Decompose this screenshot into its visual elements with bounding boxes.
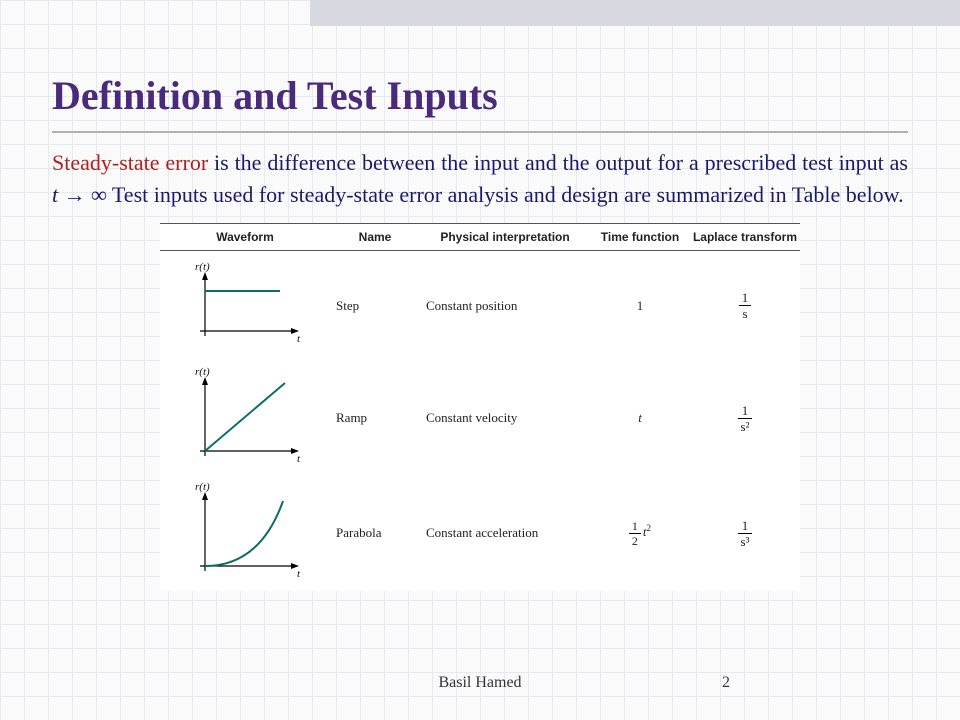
slide-body: Definition and Test Inputs Steady-state … xyxy=(0,0,960,591)
axis-y-label: r(t) xyxy=(195,481,210,493)
axis-x-label: t xyxy=(297,568,301,580)
axis-x-label: t xyxy=(297,333,301,345)
table-row: r(t) t Parabola Constant acceleration 12… xyxy=(160,476,800,591)
cell-timefn: 12t2 xyxy=(590,516,690,551)
axis-x-label: t xyxy=(297,453,301,465)
cell-laplace: 1s xyxy=(690,287,800,324)
table-row: r(t) t Step Constant position 1 1s xyxy=(160,251,800,361)
cell-timefn: t xyxy=(590,406,690,430)
cell-interp: Constant position xyxy=(420,294,590,318)
cell-name: Parabola xyxy=(330,521,420,545)
body-part-1: is the difference between the input and … xyxy=(208,150,908,175)
title-rule xyxy=(52,131,908,133)
waveform-step: r(t) t xyxy=(160,256,330,356)
body-math: t → ∞ xyxy=(52,182,107,207)
cell-timefn: 1 xyxy=(590,294,690,318)
decorative-top-bar xyxy=(310,0,960,26)
page-number: 2 xyxy=(722,674,730,692)
col-waveform: Waveform xyxy=(160,230,330,244)
waveform-ramp: r(t) t xyxy=(160,361,330,476)
keyword-text: Steady-state error xyxy=(52,150,208,175)
table-row: r(t) t Ramp Constant velocity t 1s² xyxy=(160,361,800,476)
test-inputs-table: Waveform Name Physical interpretation Ti… xyxy=(160,223,800,591)
col-timefn: Time function xyxy=(590,230,690,244)
table-header-row: Waveform Name Physical interpretation Ti… xyxy=(160,224,800,251)
cell-laplace: 1s³ xyxy=(690,515,800,552)
col-interp: Physical interpretation xyxy=(420,230,590,244)
cell-name: Ramp xyxy=(330,406,420,430)
cell-name: Step xyxy=(330,294,420,318)
axis-y-label: r(t) xyxy=(195,261,210,273)
slide-title: Definition and Test Inputs xyxy=(52,72,908,131)
cell-interp: Constant acceleration xyxy=(420,521,590,545)
footer-author: Basil Hamed xyxy=(0,674,960,692)
body-part-2: Test inputs used for steady-state error … xyxy=(107,182,904,207)
cell-interp: Constant velocity xyxy=(420,406,590,430)
col-name: Name xyxy=(330,230,420,244)
axis-y-label: r(t) xyxy=(195,366,210,378)
waveform-parabola: r(t) t xyxy=(160,476,330,591)
cell-laplace: 1s² xyxy=(690,400,800,437)
body-paragraph: Steady-state error is the difference bet… xyxy=(52,147,908,211)
col-laplace: Laplace transform xyxy=(690,230,800,244)
